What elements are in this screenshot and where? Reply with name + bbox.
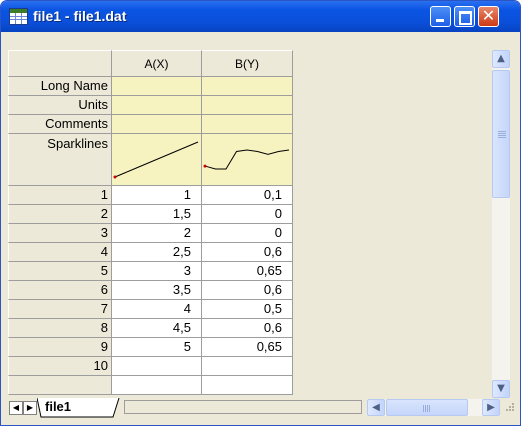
cell-b[interactable] [202,357,293,376]
cell-a[interactable]: 2 [112,224,202,243]
sparkline-a-start-marker [113,175,117,179]
row-label-comments[interactable]: Comments [8,115,112,134]
cell-b[interactable]: 0 [202,205,293,224]
row-index[interactable]: 9 [8,338,112,357]
horizontal-scroll-thumb[interactable] [386,399,468,416]
cell-comments-b[interactable] [202,115,293,134]
cell-units-a[interactable] [112,96,202,115]
row-index[interactable]: 2 [8,205,112,224]
cell-a[interactable]: 2,5 [112,243,202,262]
row-label-sparklines[interactable]: Sparklines [8,134,112,186]
row-index[interactable]: 7 [8,300,112,319]
tab-prev-icon: ◀ [12,403,20,412]
row-index[interactable]: 5 [8,262,112,281]
cell-a[interactable] [112,376,202,395]
cell-a[interactable]: 4 [112,300,202,319]
tab-next-icon: ▶ [26,403,34,412]
scroll-up-icon: ▲ [497,53,505,64]
grid-corner[interactable] [8,50,112,77]
cell-comments-a[interactable] [112,115,202,134]
column-header-a[interactable]: A(X) [112,50,202,77]
scroll-up-button[interactable]: ▲ [492,50,510,68]
cell-b[interactable]: 0,65 [202,338,293,357]
cell-sparkline-b[interactable] [202,134,293,186]
cell-long-name-a[interactable] [112,77,202,96]
minimize-button[interactable] [430,6,451,27]
row-index[interactable]: 6 [8,281,112,300]
column-header-b[interactable]: B(Y) [202,50,293,77]
cell-b[interactable]: 0,65 [202,262,293,281]
cell-b[interactable]: 0,5 [202,300,293,319]
title-bar[interactable]: file1 - file1.dat ✕ [1,1,520,32]
tab-bar-empty-area [124,400,362,414]
minimize-icon [436,19,444,22]
cell-a[interactable]: 3,5 [112,281,202,300]
cell-a[interactable]: 3 [112,262,202,281]
scroll-left-icon: ◀ [372,402,380,413]
tab-next-button[interactable]: ▶ [23,401,37,415]
cell-b[interactable] [202,376,293,395]
sparkline-a-chart [113,141,199,179]
row-label-units[interactable]: Units [8,96,112,115]
cell-b[interactable]: 0 [202,224,293,243]
sheet-tab-bar: ◀ ▶ file1 ◀ ▶ [4,398,517,418]
cell-b[interactable]: 0,6 [202,319,293,338]
row-index[interactable]: 8 [8,319,112,338]
worksheet-icon[interactable] [9,8,28,25]
scroll-right-button[interactable]: ▶ [482,399,500,416]
cell-b[interactable]: 0,1 [202,186,293,205]
maximize-icon [459,11,472,25]
sparkline-a-line [114,141,199,178]
vertical-scrollbar[interactable]: ▲ ▼ [492,50,510,398]
worksheet-window: file1 - file1.dat ✕ A(X) B(Y) Long Name … [0,0,521,426]
horizontal-scrollbar[interactable]: ◀ ▶ [367,399,500,416]
scroll-left-button[interactable]: ◀ [367,399,385,416]
cell-a[interactable] [112,357,202,376]
cell-a[interactable]: 4,5 [112,319,202,338]
cell-b[interactable]: 0,6 [202,243,293,262]
cell-a[interactable]: 5 [112,338,202,357]
maximize-button[interactable] [454,6,475,27]
row-index[interactable]: 1 [8,186,112,205]
row-index[interactable]: 3 [8,224,112,243]
cell-long-name-b[interactable] [202,77,293,96]
window-title: file1 - file1.dat [33,8,127,24]
sparkline-b-start-marker [203,164,207,168]
worksheet-grid: A(X) B(Y) Long Name Units Comments Spark… [4,32,490,398]
row-index[interactable]: 10 [8,357,112,376]
row-index[interactable] [8,376,112,395]
cell-sparkline-a[interactable] [112,134,202,186]
cell-a[interactable]: 1,5 [112,205,202,224]
scroll-right-icon: ▶ [487,402,495,413]
cell-a[interactable]: 1 [112,186,202,205]
row-index[interactable]: 4 [8,243,112,262]
close-icon: ✕ [481,6,496,25]
resize-grip-icon[interactable] [503,402,515,414]
cell-b[interactable]: 0,6 [202,281,293,300]
tab-file1[interactable]: file1 [37,398,71,416]
row-label-long-name[interactable]: Long Name [8,77,112,96]
scroll-down-button[interactable]: ▼ [492,380,510,398]
sparkline-b-line [204,149,290,170]
cell-units-b[interactable] [202,96,293,115]
close-button[interactable]: ✕ [478,6,499,27]
scroll-down-icon: ▼ [497,383,505,394]
vertical-scroll-thumb[interactable] [492,70,510,198]
sparkline-b-chart [203,149,290,170]
tab-prev-button[interactable]: ◀ [9,401,23,415]
